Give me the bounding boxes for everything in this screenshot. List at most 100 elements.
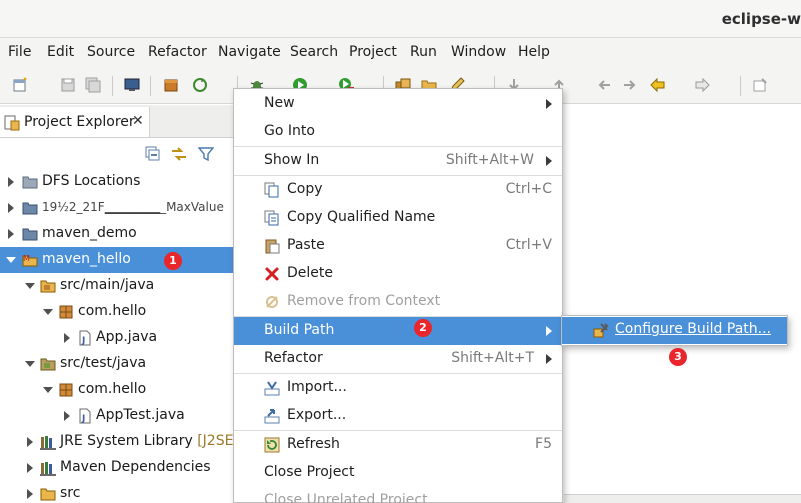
menu-item-label: Copy Qualified Name — [287, 209, 436, 225]
tree-item-jre-system-library[interactable]: JRE System Library [J2SE-1 — [0, 429, 247, 455]
refresh-icon — [264, 437, 280, 453]
expand-arrow-icon[interactable] — [27, 437, 33, 447]
collapse-all-icon[interactable] — [145, 146, 161, 162]
menu-item-copy-qualified-name[interactable]: Copy Qualified Name — [234, 204, 562, 232]
expand-arrow-icon[interactable] — [27, 463, 33, 473]
expand-arrow-icon[interactable] — [8, 229, 14, 239]
menu-navigate[interactable]: Navigate — [218, 44, 281, 60]
tree-item-apptest-java[interactable]: J AppTest.java — [0, 403, 234, 429]
package-icon[interactable] — [163, 77, 179, 93]
menu-file[interactable]: File — [8, 44, 31, 60]
menu-item-refactor[interactable]: Refactor Shift+Alt+T — [234, 345, 562, 373]
tree-item-com-hello-main[interactable]: com.hello — [0, 299, 234, 325]
tree-item-src-test-java[interactable]: src/test/java — [0, 351, 234, 377]
pin-editor-icon[interactable] — [752, 77, 768, 93]
collapse-arrow-icon[interactable] — [43, 309, 53, 315]
collapse-arrow-icon[interactable] — [6, 257, 16, 263]
submenu-arrow-icon — [546, 354, 552, 364]
menu-help[interactable]: Help — [518, 44, 550, 60]
menu-item-paste[interactable]: Paste Ctrl+V — [234, 232, 562, 260]
callout-badge-1: 1 — [164, 252, 182, 270]
tree-item-maven-dependencies[interactable]: Maven Dependencies — [0, 455, 234, 481]
menu-project[interactable]: Project — [349, 44, 397, 60]
menu-item-import[interactable]: Import... — [234, 374, 562, 402]
folder-icon — [40, 488, 56, 501]
folder-icon — [22, 176, 38, 189]
new-icon[interactable] — [12, 77, 28, 93]
tab-project-explorer[interactable]: Project Explorer ✕ — [0, 107, 150, 137]
tree-item-app-java[interactable]: J App.java — [0, 325, 234, 351]
menu-item-label: Refresh — [287, 436, 340, 452]
folder-icon — [22, 228, 38, 241]
toolbar-separator — [740, 76, 741, 96]
menu-edit[interactable]: Edit — [47, 44, 74, 60]
tree-item-maxvalue-project[interactable]: 19½2_21F▁▁▁▁▁▁_MaxValue — [0, 195, 234, 221]
copy-icon — [264, 182, 279, 198]
close-icon[interactable]: ✕ — [132, 113, 144, 129]
tree-item-label: Maven Dependencies — [60, 459, 211, 475]
menu-item-close-unrelated-project[interactable]: Close Unrelated Project — [234, 487, 562, 503]
svg-text:J: J — [81, 414, 85, 424]
menu-refactor[interactable]: Refactor — [148, 44, 207, 60]
menu-item-close-project[interactable]: Close Project — [234, 459, 562, 487]
tree-item-com-hello-test[interactable]: com.hello — [0, 377, 234, 403]
tree-item-maven-demo[interactable]: maven_demo — [0, 221, 234, 247]
submenu-arrow-icon — [546, 99, 552, 109]
toolbar-separator — [150, 76, 151, 96]
menu-item-refresh[interactable]: Refresh F5 — [234, 431, 562, 459]
submenu-arrow-icon — [546, 326, 552, 336]
menu-item-remove-from-context[interactable]: Remove from Context — [234, 288, 562, 316]
tree-item-src[interactable]: src — [0, 481, 234, 503]
menu-item-go-into[interactable]: Go Into — [234, 118, 562, 146]
tree-item-dfs-locations[interactable]: DFS Locations — [0, 169, 234, 195]
menu-item-shortcut: Shift+Alt+W — [445, 152, 534, 168]
package-icon — [59, 383, 73, 397]
tree-item-label: App.java — [96, 329, 158, 345]
menu-item-label: Remove from Context — [287, 293, 441, 309]
save-icon[interactable] — [60, 77, 76, 93]
menu-source[interactable]: Source — [87, 44, 135, 60]
window-title: eclipse-w — [721, 10, 801, 28]
menu-item-label: Import... — [287, 379, 347, 395]
menu-item-build-path[interactable]: Build Path 2 — [234, 317, 562, 345]
save-all-icon[interactable] — [85, 77, 101, 93]
expand-arrow-icon[interactable] — [8, 177, 14, 187]
tree-item-src-main-java[interactable]: src/main/java — [0, 273, 234, 299]
tree-item-maven-hello[interactable]: M maven_hello 1 — [0, 247, 234, 273]
expand-arrow-icon[interactable] — [64, 333, 70, 343]
menu-search[interactable]: Search — [290, 44, 338, 60]
menu-window[interactable]: Window — [451, 44, 506, 60]
menu-item-export[interactable]: Export... — [234, 402, 562, 430]
collapse-arrow-icon[interactable] — [43, 387, 53, 393]
tree-item-label: maven_hello — [42, 251, 131, 267]
library-icon — [40, 462, 56, 476]
forward-icon[interactable] — [694, 77, 710, 93]
expand-arrow-icon[interactable] — [64, 411, 70, 421]
paste-icon — [265, 239, 280, 254]
collapse-arrow-icon[interactable] — [25, 361, 35, 367]
tab-label: Project Explorer — [24, 114, 135, 130]
back-icon[interactable] — [650, 77, 666, 93]
menu-item-show-in[interactable]: Show In Shift+Alt+W — [234, 147, 562, 175]
menu-item-copy[interactable]: Copy Ctrl+C — [234, 176, 562, 204]
project-explorer-icon — [4, 115, 20, 131]
link-editor-icon[interactable] — [171, 146, 187, 162]
menu-item-new[interactable]: New — [234, 90, 562, 118]
terminal-icon[interactable] — [124, 77, 140, 93]
last-edit-icon[interactable] — [596, 77, 612, 93]
menu-item-delete[interactable]: Delete — [234, 260, 562, 288]
library-icon — [40, 436, 56, 450]
menu-item-shortcut: F5 — [535, 436, 552, 452]
expand-arrow-icon[interactable] — [27, 489, 33, 499]
forward-edit-icon[interactable] — [622, 77, 638, 93]
tree-item-label: com.hello — [78, 303, 147, 319]
menu-item-label: Export... — [287, 407, 347, 423]
filter-icon[interactable] — [198, 146, 214, 162]
tree-item-label: com.hello — [78, 381, 147, 397]
refresh-build-icon[interactable] — [192, 77, 208, 93]
menu-bar: File Edit Source Refactor Navigate Searc… — [0, 38, 801, 67]
menu-item-configure-build-path[interactable]: Configure Build Path... — [562, 317, 787, 344]
expand-arrow-icon[interactable] — [8, 203, 14, 213]
menu-run[interactable]: Run — [410, 44, 437, 60]
collapse-arrow-icon[interactable] — [25, 283, 35, 289]
